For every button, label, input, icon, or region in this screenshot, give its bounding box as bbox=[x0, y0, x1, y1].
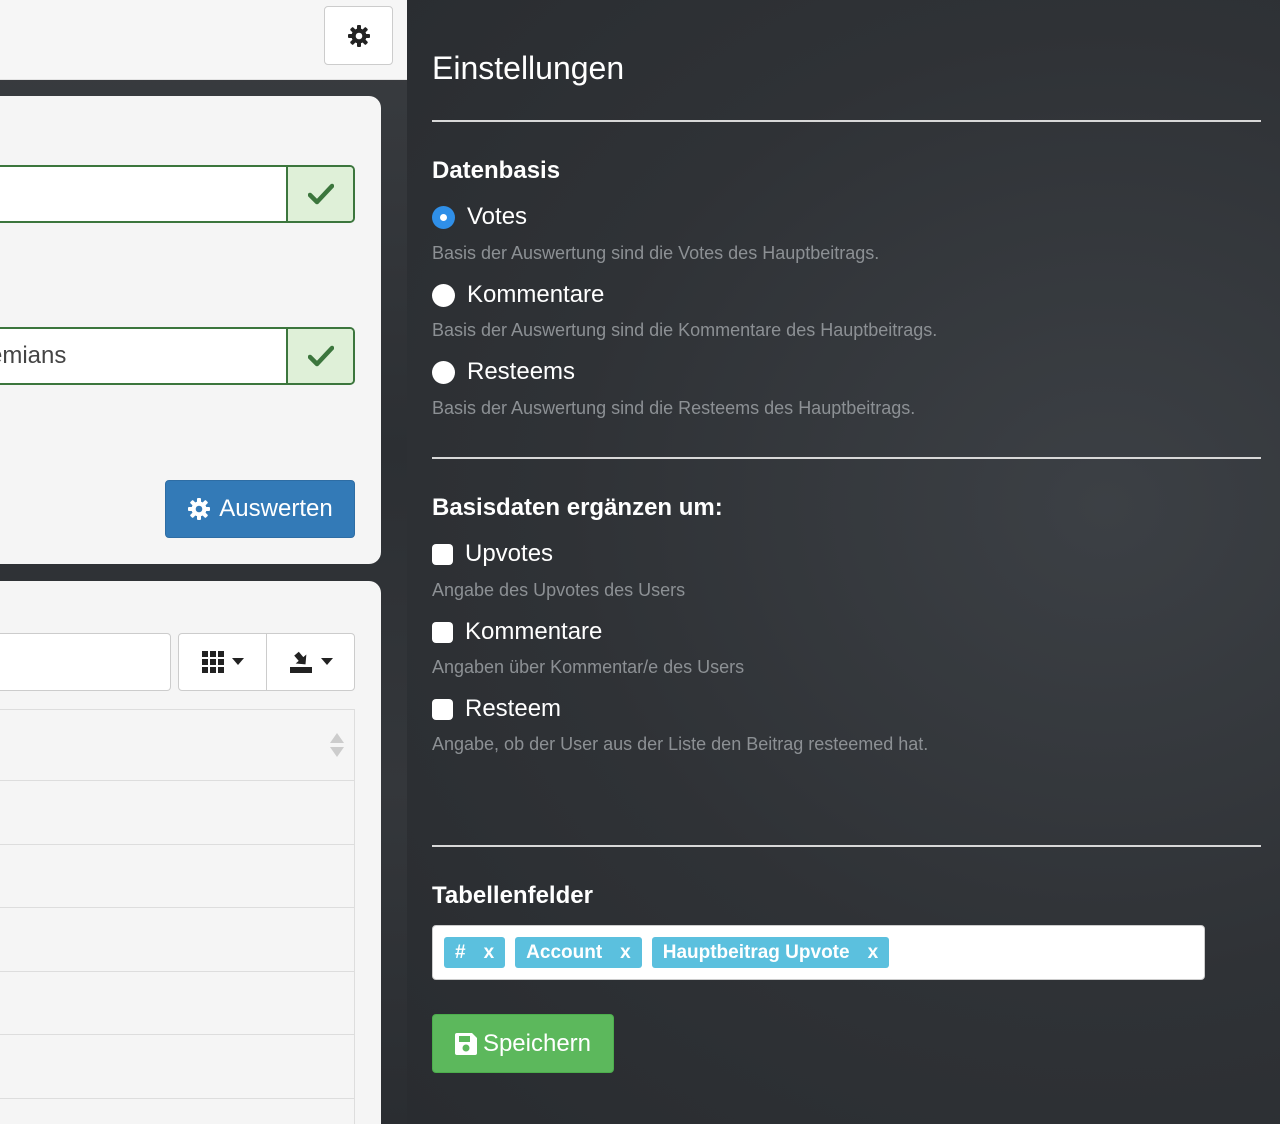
help-text: Angabe, ob der User aus der Liste den Be… bbox=[432, 734, 929, 754]
top-navbar bbox=[0, 0, 407, 80]
radio-indicator[interactable] bbox=[432, 205, 455, 229]
table-toolbar bbox=[178, 633, 355, 691]
table-row bbox=[0, 908, 354, 972]
help-text: Angaben über Kommentar/e des Users bbox=[432, 657, 745, 677]
evaluate-button-label: Auswerten bbox=[219, 495, 333, 522]
divider bbox=[432, 845, 1261, 847]
columns-dropdown-button[interactable] bbox=[179, 634, 266, 690]
caret-down-icon bbox=[231, 658, 244, 665]
gear-icon bbox=[188, 498, 211, 520]
checkbox-indicator[interactable] bbox=[432, 621, 453, 643]
caret-down-icon bbox=[320, 658, 333, 665]
table-row bbox=[0, 1035, 354, 1099]
help-text: Basis der Auswertung sind die Resteems d… bbox=[432, 398, 916, 418]
tag: Hauptbeitrag Upvote x bbox=[651, 937, 890, 968]
download-icon bbox=[289, 651, 312, 673]
check-icon bbox=[307, 183, 334, 205]
tag-label: Account bbox=[526, 941, 603, 963]
radio-kommentare[interactable]: Kommentare bbox=[432, 281, 604, 309]
radio-resteems[interactable]: Resteems bbox=[432, 358, 575, 386]
save-button[interactable]: Speichern bbox=[432, 1014, 614, 1073]
post-url-input-group bbox=[0, 165, 355, 223]
post-url-input[interactable] bbox=[0, 167, 286, 221]
valid-addon bbox=[286, 329, 353, 383]
table-fields-tag-input[interactable]: # x Account x Hauptbeitrag Upvote x bbox=[432, 925, 1205, 980]
radio-label: Kommentare bbox=[467, 281, 605, 308]
table-row bbox=[0, 845, 354, 908]
help-text: Angabe des Upvotes des Users bbox=[432, 580, 686, 600]
export-dropdown-button[interactable] bbox=[266, 634, 354, 690]
table-search-input[interactable] bbox=[0, 633, 171, 691]
tag-label: # bbox=[455, 941, 466, 963]
checkbox-label: Kommentare bbox=[465, 618, 603, 645]
divider bbox=[432, 457, 1261, 459]
account-input-group: emians bbox=[0, 327, 355, 385]
settings-sidebar: Einstellungen Datenbasis Votes Basis der… bbox=[407, 0, 1280, 1124]
radio-indicator[interactable] bbox=[432, 283, 455, 307]
save-button-label: Speichern bbox=[482, 1029, 592, 1057]
results-table bbox=[0, 709, 355, 1124]
settings-title: Einstellungen bbox=[432, 50, 625, 86]
gear-icon bbox=[347, 24, 370, 47]
checkbox-upvotes[interactable]: Upvotes bbox=[432, 540, 553, 568]
table-row bbox=[0, 972, 354, 1035]
radio-label: Votes bbox=[467, 203, 528, 230]
checkbox-label: Upvotes bbox=[465, 540, 554, 567]
settings-toggle-button[interactable] bbox=[324, 6, 393, 65]
help-text: Basis der Auswertung sind die Kommentare… bbox=[432, 320, 938, 340]
divider bbox=[432, 120, 1261, 122]
account-input[interactable]: emians bbox=[0, 329, 286, 383]
basisdaten-heading: Basisdaten ergänzen um: bbox=[432, 494, 723, 521]
tag-remove-button[interactable]: x bbox=[868, 942, 879, 964]
tag-label: Hauptbeitrag Upvote bbox=[662, 941, 850, 963]
tag-remove-button[interactable]: x bbox=[620, 942, 631, 964]
radio-label: Resteems bbox=[467, 358, 576, 385]
radio-indicator[interactable] bbox=[432, 360, 455, 384]
tag: # x bbox=[444, 937, 506, 968]
main-app-area: emians Auswerten bbox=[0, 0, 407, 1124]
tag-remove-button[interactable]: x bbox=[484, 942, 495, 964]
checkbox-indicator[interactable] bbox=[432, 698, 453, 720]
save-icon bbox=[454, 1032, 477, 1055]
tag: Account x bbox=[515, 937, 642, 968]
table-row bbox=[0, 781, 354, 845]
datenbasis-heading: Datenbasis bbox=[432, 157, 561, 184]
evaluate-button[interactable]: Auswerten bbox=[165, 480, 355, 538]
valid-addon bbox=[286, 167, 353, 221]
checkbox-label: Resteem bbox=[465, 695, 562, 722]
radio-votes[interactable]: Votes bbox=[432, 203, 527, 231]
table-header[interactable] bbox=[0, 710, 354, 781]
checkbox-kommentare[interactable]: Kommentare bbox=[432, 618, 602, 646]
help-text: Basis der Auswertung sind die Votes des … bbox=[432, 243, 880, 263]
check-icon bbox=[307, 345, 334, 367]
checkbox-resteem[interactable]: Resteem bbox=[432, 695, 561, 723]
grid-icon bbox=[201, 651, 224, 673]
checkbox-indicator[interactable] bbox=[432, 543, 453, 565]
sort-icon bbox=[330, 733, 344, 757]
tabellenfelder-heading: Tabellenfelder bbox=[432, 882, 593, 909]
